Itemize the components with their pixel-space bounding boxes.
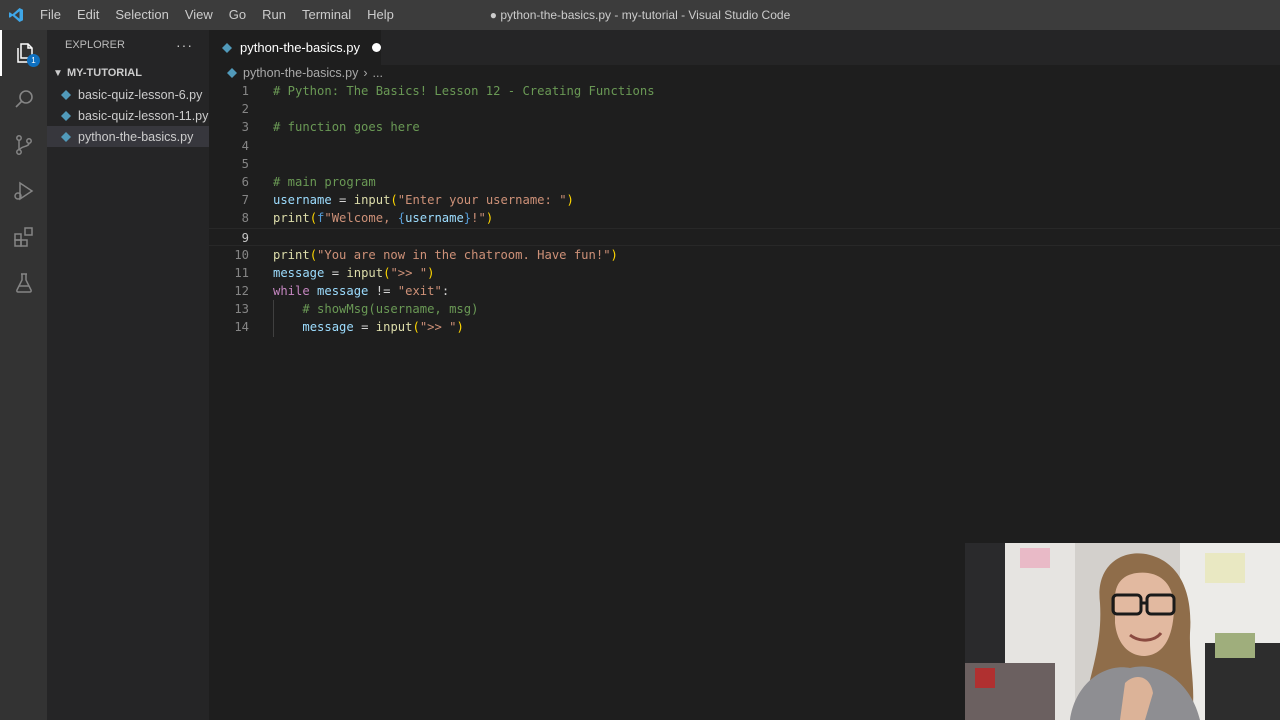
code-line: 7 username = input("Enter your username: … <box>209 191 1280 209</box>
code-line-current: 9 <box>209 227 1280 246</box>
file-label: basic-quiz-lesson-6.py <box>78 87 203 102</box>
testing-icon <box>15 273 32 293</box>
menu-edit[interactable]: Edit <box>69 0 107 30</box>
explorer-title: EXPLORER <box>65 39 125 51</box>
activity-run-debug[interactable] <box>0 168 47 214</box>
code-line: 6 # main program <box>209 173 1280 191</box>
code-line: 8 print(f"Welcome, {username}!") <box>209 209 1280 227</box>
line-number: 11 <box>234 265 249 280</box>
menu-file[interactable]: File <box>32 0 69 30</box>
activity-source-control[interactable] <box>0 122 47 168</box>
activity-extensions[interactable] <box>0 214 47 260</box>
chevron-down-icon: ▼ <box>53 67 63 79</box>
line-number: 14 <box>234 320 249 335</box>
code-line: 11 message = input(">> ") <box>209 264 1280 282</box>
vscode-logo-icon <box>0 0 32 30</box>
code-line: 3 # function goes here <box>209 118 1280 136</box>
code-text: # function goes here <box>273 120 420 135</box>
code-line: 4 <box>209 137 1280 155</box>
line-number: 12 <box>234 284 249 299</box>
folder-label: MY-TUTORIAL <box>67 67 142 79</box>
editor-tab-bar: python-the-basics.py <box>209 30 1280 65</box>
extensions-icon <box>13 227 33 247</box>
activity-bar: 1 <box>0 30 47 720</box>
python-file-icon <box>61 89 71 100</box>
line-number: 10 <box>234 247 249 262</box>
line-number: 13 <box>234 302 249 317</box>
code-line: 14 message = input(">> ") <box>209 318 1280 337</box>
python-file-icon <box>227 68 237 78</box>
line-number: 1 <box>241 84 249 98</box>
file-item[interactable]: basic-quiz-lesson-6.py <box>47 84 209 105</box>
code-text: print("You are now in the chatroom. Have… <box>273 247 618 262</box>
code-text: message = input(">> ") <box>302 320 464 335</box>
line-number: 8 <box>241 211 249 226</box>
breadcrumb: python-the-basics.py › ... <box>209 65 1280 81</box>
menu-bar: File Edit Selection View Go Run Terminal… <box>32 0 402 30</box>
run-debug-icon <box>13 181 33 201</box>
code-text: # main program <box>273 174 376 189</box>
menu-selection[interactable]: Selection <box>107 0 176 30</box>
file-item[interactable]: basic-quiz-lesson-11.py <box>47 105 209 126</box>
code-text: # Python: The Basics! Lesson 12 - Creati… <box>273 84 655 98</box>
breadcrumb-more[interactable]: ... <box>373 66 383 80</box>
more-actions-icon[interactable]: ··· <box>176 37 193 53</box>
code-text: message = input(">> ") <box>273 265 435 280</box>
explorer-badge: 1 <box>27 54 40 67</box>
code-line: 10 print("You are now in the chatroom. Ha… <box>209 246 1280 264</box>
webcam-overlay <box>965 543 1280 720</box>
tab-python-the-basics[interactable]: python-the-basics.py <box>209 30 381 65</box>
python-file-icon <box>61 131 71 142</box>
source-control-icon <box>15 135 32 155</box>
code-line: 12 while message != "exit": <box>209 282 1280 300</box>
line-number: 7 <box>241 193 249 208</box>
code-text: while message != "exit": <box>273 284 450 299</box>
explorer-header: EXPLORER ··· <box>47 30 209 60</box>
code-text: # showMsg(username, msg) <box>273 302 479 317</box>
line-number: 6 <box>241 174 249 189</box>
file-item-selected[interactable]: python-the-basics.py <box>47 126 209 147</box>
activity-search[interactable] <box>0 76 47 122</box>
menu-terminal[interactable]: Terminal <box>294 0 359 30</box>
line-number: 4 <box>241 138 249 153</box>
title-bar: File Edit Selection View Go Run Terminal… <box>0 0 1280 30</box>
menu-view[interactable]: View <box>177 0 221 30</box>
code-line: 2 <box>209 100 1280 118</box>
file-label: basic-quiz-lesson-11.py <box>78 108 209 123</box>
webcam-video-image <box>965 543 1280 720</box>
menu-go[interactable]: Go <box>221 0 254 30</box>
python-file-icon <box>61 110 71 121</box>
code-text: print(f"Welcome, {username}!") <box>273 211 494 226</box>
file-label: python-the-basics.py <box>78 129 194 144</box>
search-icon <box>14 90 33 108</box>
unsaved-dot-icon[interactable] <box>371 43 381 52</box>
folder-my-tutorial[interactable]: ▼ MY-TUTORIAL <box>47 62 209 84</box>
code-line: 5 <box>209 155 1280 173</box>
python-file-icon <box>222 42 232 53</box>
code-line: 1 # Python: The Basics! Lesson 12 - Creat… <box>209 82 1280 100</box>
code-text: username = input("Enter your username: "… <box>273 193 574 208</box>
code-line: 13 # showMsg(username, msg) <box>209 300 1280 319</box>
activity-testing[interactable] <box>0 260 47 306</box>
line-number: 3 <box>241 120 249 135</box>
breadcrumb-file[interactable]: python-the-basics.py <box>243 66 358 80</box>
menu-run[interactable]: Run <box>254 0 294 30</box>
breadcrumb-separator: › <box>363 66 368 80</box>
menu-help[interactable]: Help <box>359 0 402 30</box>
explorer-sidebar: EXPLORER ··· ▼ MY-TUTORIAL basic-quiz-le… <box>47 30 209 720</box>
tab-label: python-the-basics.py <box>240 40 360 55</box>
line-number: 2 <box>241 102 249 117</box>
activity-explorer[interactable]: 1 <box>0 30 47 76</box>
line-number: 5 <box>241 156 249 171</box>
line-number: 9 <box>241 230 249 245</box>
